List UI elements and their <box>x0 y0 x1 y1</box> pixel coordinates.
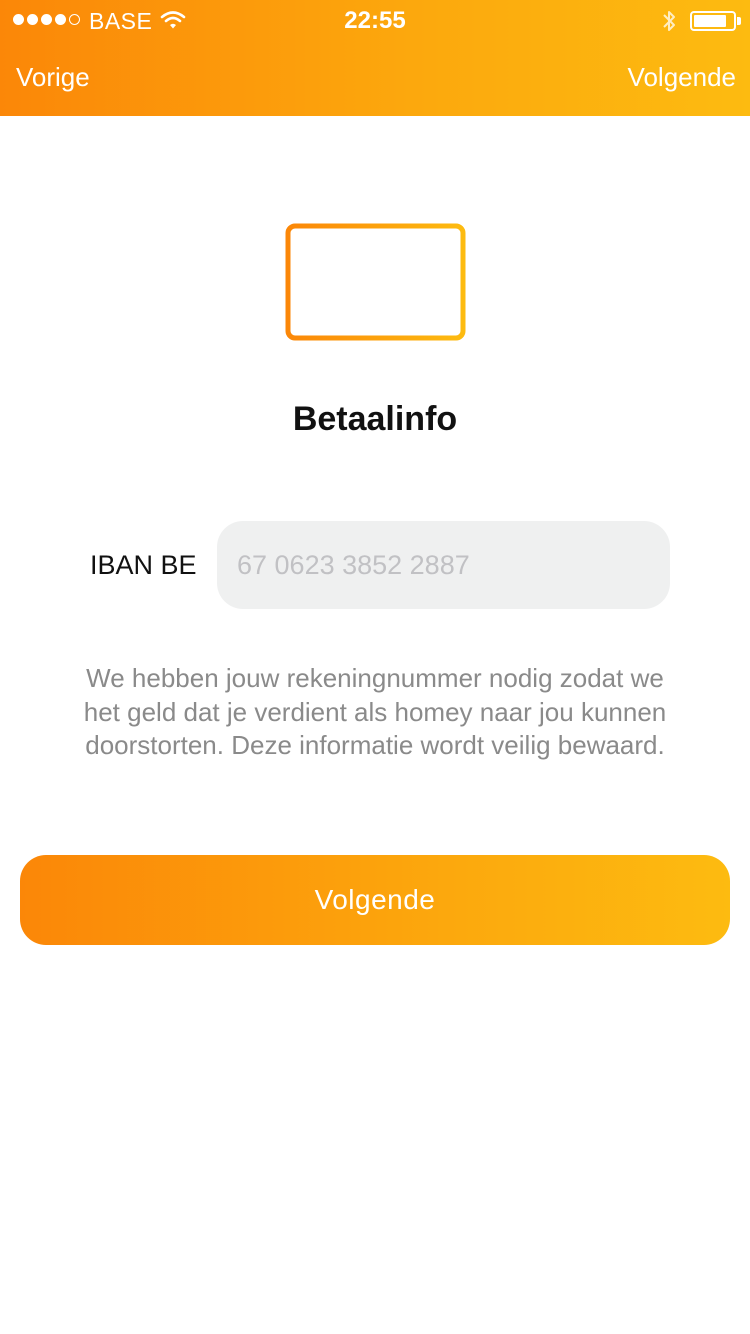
page-title: Betaalinfo <box>292 400 458 438</box>
header: BASE 22:55 Vorige Volgende <box>0 0 750 116</box>
next-button[interactable]: Volgende <box>20 855 730 945</box>
description-text: We hebben jouw rekeningnummer nodig zoda… <box>83 663 667 760</box>
battery-tip <box>737 17 741 25</box>
credit-card-icon <box>285 223 466 341</box>
clock: 22:55 <box>344 7 406 34</box>
next-nav-button[interactable]: Volgende <box>628 62 736 93</box>
bluetooth-icon <box>663 11 675 31</box>
iban-label: IBAN BE <box>90 550 197 580</box>
iban-input[interactable] <box>217 521 670 609</box>
battery-level <box>694 15 726 27</box>
status-bar: BASE 22:55 <box>0 0 750 40</box>
back-button[interactable]: Vorige <box>16 62 90 93</box>
battery-icon <box>690 11 736 31</box>
payment-info-screen: BASE 22:55 Vorige Volgende Betaalinfo IB… <box>0 0 750 1334</box>
